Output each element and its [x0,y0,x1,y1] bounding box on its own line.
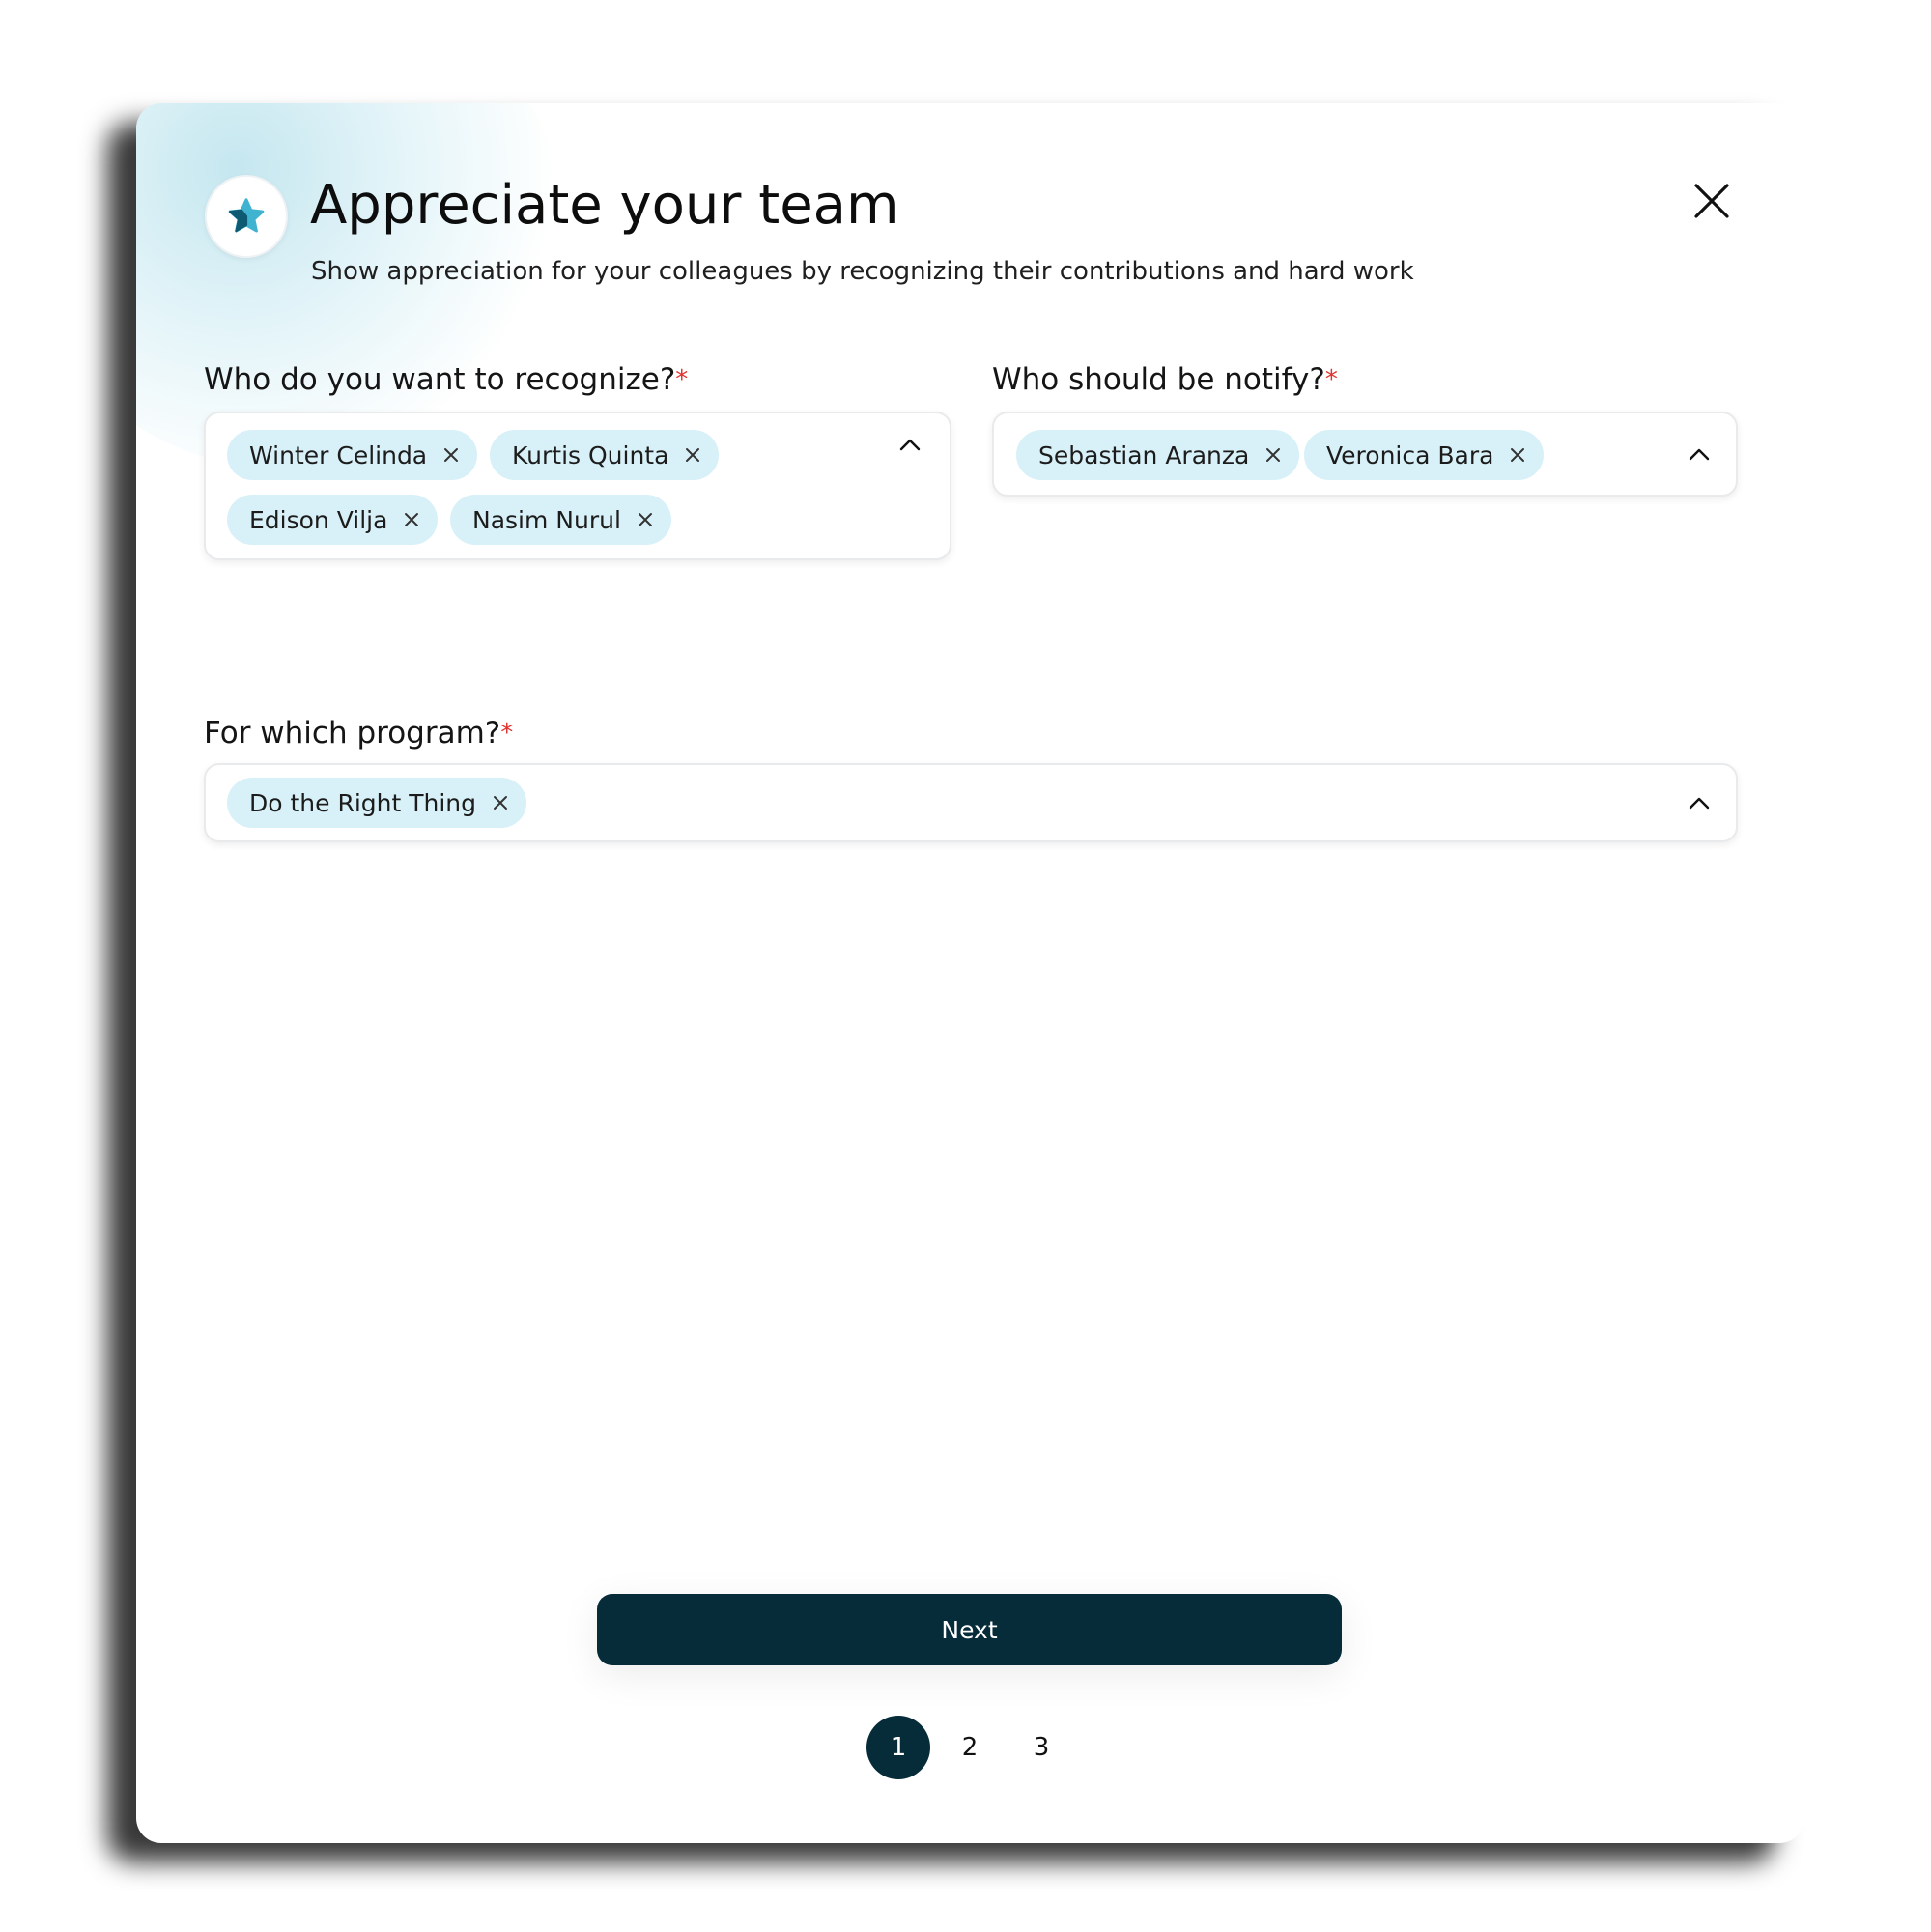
program-label: For which program?* [204,714,513,753]
close-button[interactable] [1685,174,1739,228]
chip-remove-button[interactable] [490,792,511,813]
chip-remove-button[interactable] [635,509,656,530]
notify-label-text: Who should be notify? [992,362,1325,397]
chip-remove-button[interactable] [1263,444,1284,466]
recognize-collapse-button[interactable] [895,430,925,461]
pagination-page-1[interactable]: 1 [866,1716,930,1779]
remove-icon [1511,448,1525,462]
close-icon [1694,184,1729,218]
chip-remove-button[interactable] [440,444,462,466]
program-collapse-button[interactable] [1684,788,1715,819]
chip-program-0: Do the Right Thing [227,778,527,828]
appreciate-team-modal: Appreciate your team Show appreciation f… [136,103,1804,1843]
chip-recognize-0: Winter Celinda [227,430,478,480]
chevron-up-icon [899,439,921,451]
chip-label: Nasim Nurul [472,505,621,534]
pagination-page-2[interactable]: 2 [938,1716,1002,1779]
chip-label: Kurtis Quinta [512,440,669,469]
chip-recognize-3: Nasim Nurul [450,495,671,545]
required-mark: * [1324,365,1338,394]
remove-icon [686,448,700,462]
chevron-up-icon [1689,797,1710,810]
notify-collapse-button[interactable] [1684,440,1715,470]
remove-icon [1266,448,1281,462]
recognize-select[interactable]: Winter Celinda Kurtis Quinta Edison Vilj… [204,412,951,560]
chip-recognize-2: Edison Vilja [227,495,439,545]
chevron-up-icon [1689,448,1710,461]
remove-icon [405,513,419,526]
page-subtitle: Show appreciation for your colleagues by… [311,257,1414,286]
remove-icon [444,448,459,462]
required-mark: * [675,365,689,394]
program-select[interactable]: Do the Right Thing [204,763,1738,842]
chip-notify-1: Veronica Bara [1304,430,1545,480]
chip-label: Veronica Bara [1326,440,1494,469]
header-star-badge [205,175,288,258]
chip-notify-0: Sebastian Aranza [1016,430,1300,480]
chip-label: Sebastian Aranza [1038,440,1250,469]
notify-label: Who should be notify?* [992,360,1338,399]
remove-icon [494,796,508,810]
chip-remove-button[interactable] [682,444,703,466]
star-icon [228,198,265,233]
chip-remove-button[interactable] [1507,444,1528,466]
page-title: Appreciate your team [310,174,899,237]
recognize-label: Who do you want to recognize?* [204,360,688,399]
chip-recognize-1: Kurtis Quinta [490,430,720,480]
chip-label: Winter Celinda [249,440,428,469]
next-button[interactable]: Next [597,1594,1342,1665]
remove-icon [638,513,652,526]
chip-label: Do the Right Thing [249,788,477,817]
chip-remove-button[interactable] [401,509,422,530]
notify-select[interactable]: Sebastian Aranza Veronica Bara [992,412,1738,497]
pagination-page-3[interactable]: 3 [1009,1716,1073,1779]
recognize-label-text: Who do you want to recognize? [204,362,676,397]
required-mark: * [500,719,514,748]
chip-label: Edison Vilja [249,505,388,534]
program-label-text: For which program? [204,716,501,751]
